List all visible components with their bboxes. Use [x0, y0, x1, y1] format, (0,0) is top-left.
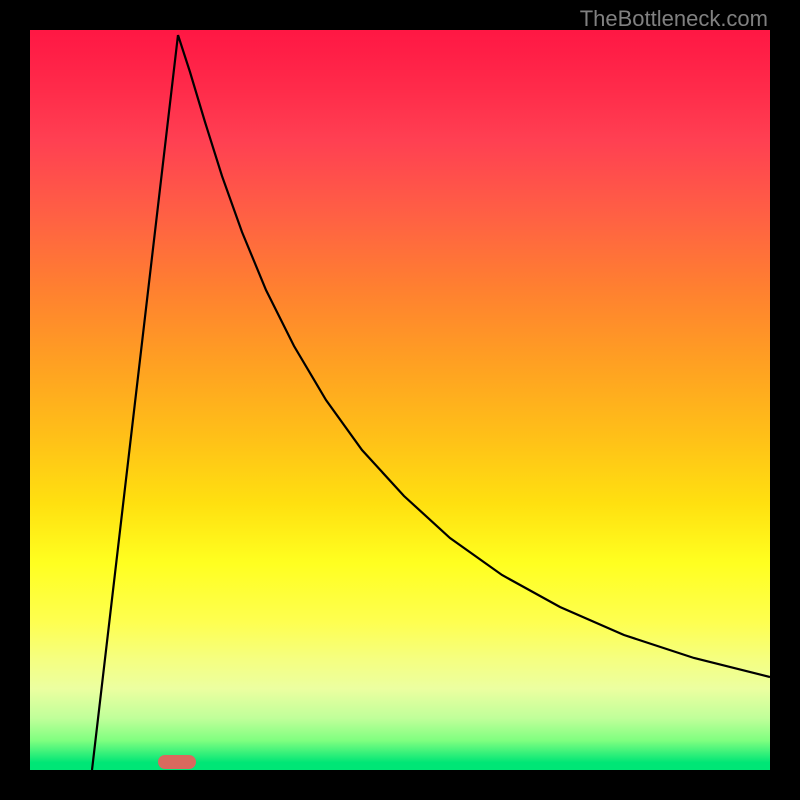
watermark-text: TheBottleneck.com	[580, 6, 768, 32]
chart-frame: TheBottleneck.com	[0, 0, 800, 800]
gradient-plot-area	[30, 30, 770, 770]
curve-path	[92, 35, 770, 770]
curve-layer	[30, 30, 770, 770]
minimum-marker	[158, 755, 196, 769]
